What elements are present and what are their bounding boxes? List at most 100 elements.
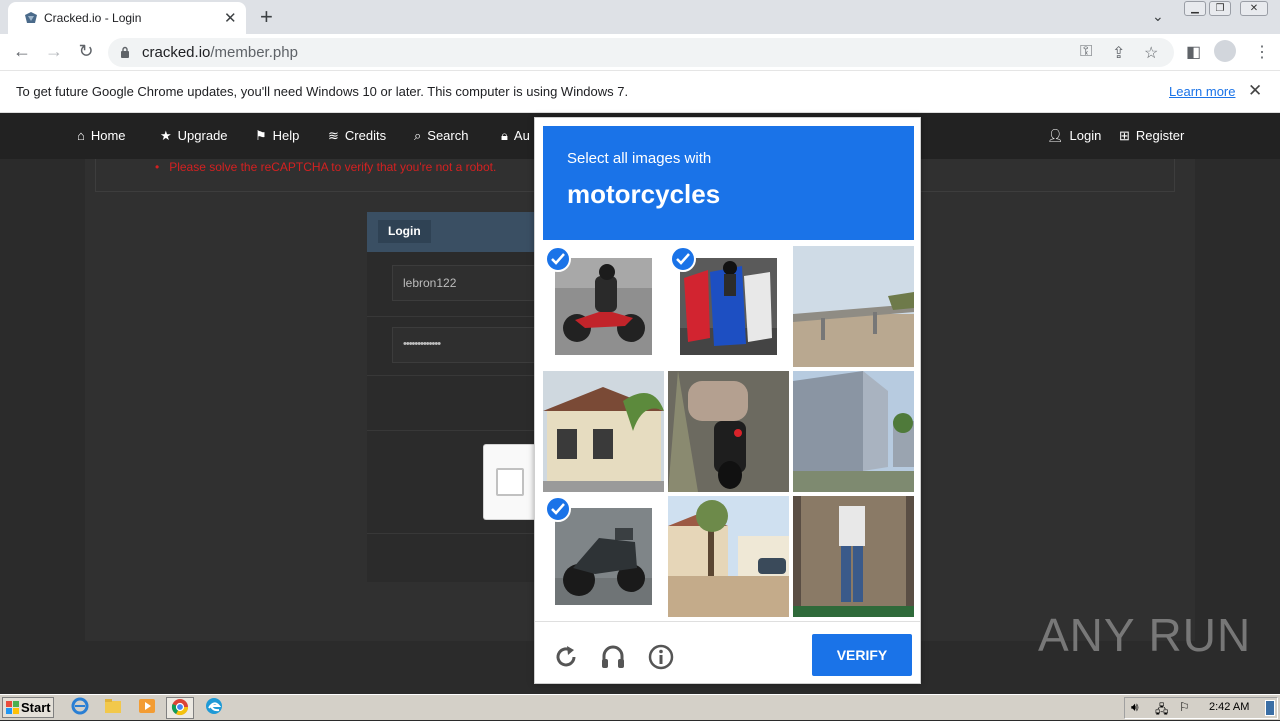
reload-icon[interactable]: ↻ xyxy=(75,41,97,62)
browser-tabstrip: Cracked.io - Login ✕ + ⌄ ▁ ❐ ✕ xyxy=(0,0,1280,34)
windows-logo-icon xyxy=(6,701,19,714)
new-tab-button[interactable]: + xyxy=(260,4,273,30)
divider xyxy=(367,533,537,534)
house-palm-image xyxy=(543,371,664,492)
recaptcha-checkbox[interactable] xyxy=(496,468,524,496)
nav-search-label: Search xyxy=(427,128,469,143)
address-bar[interactable]: cracked.io/member.php ⚿ ⇪ ☆ xyxy=(108,38,1174,67)
audio-challenge-headphones-icon[interactable] xyxy=(600,644,626,670)
nav-auth[interactable]: 🔒︎ Au xyxy=(501,128,530,144)
menu-kebab-icon[interactable]: ⋮ xyxy=(1254,42,1270,62)
user-icon: 👤︎ xyxy=(1047,128,1064,143)
captcha-tile-overpass[interactable] xyxy=(793,246,914,367)
nav-home-label: Home xyxy=(90,128,126,143)
captcha-tile-parked-scooters[interactable] xyxy=(668,246,789,367)
recaptcha-anchor[interactable] xyxy=(483,444,537,520)
volume-icon[interactable]: 🔊︎ xyxy=(1131,700,1139,715)
divider xyxy=(367,430,537,431)
login-title: Login xyxy=(378,220,431,243)
nav-help[interactable]: ⚑ Help xyxy=(255,128,299,144)
home-icon: ⌂ xyxy=(77,128,85,143)
url-path: /member.php xyxy=(210,44,298,61)
side-panel-icon[interactable]: ◧ xyxy=(1186,42,1201,62)
nav-search[interactable]: ⌕ Search xyxy=(414,128,468,144)
coins-icon: ≋ xyxy=(328,128,339,143)
username-value: lebron122 xyxy=(403,276,457,290)
captcha-tile-dirt-street[interactable] xyxy=(668,496,789,617)
start-label: Start xyxy=(21,700,51,715)
selected-check-icon xyxy=(670,246,696,272)
taskbar-explorer-icon[interactable] xyxy=(99,697,127,719)
tab-title: Cracked.io - Login xyxy=(44,11,142,25)
nav-credits[interactable]: ≋ Credits xyxy=(328,128,386,144)
minimize-button[interactable]: ▁ xyxy=(1184,1,1206,16)
url-host: cracked.io xyxy=(142,44,211,61)
infobar-message: To get future Google Chrome updates, you… xyxy=(16,84,629,99)
captcha-error-message: • Please solve the reCAPTCHA to verify t… xyxy=(155,160,497,174)
network-icon[interactable]: 🖧 xyxy=(1155,700,1168,721)
reload-challenge-icon[interactable] xyxy=(553,644,579,670)
nav-upgrade-label: Upgrade xyxy=(177,128,228,143)
plus-square-icon: ⊞ xyxy=(1119,128,1130,143)
show-desktop-button[interactable] xyxy=(1265,700,1275,716)
verify-button[interactable]: VERIFY xyxy=(812,634,912,676)
taskbar-edge-icon[interactable] xyxy=(200,697,228,719)
infobar-close-icon[interactable]: ✕ xyxy=(1248,81,1262,101)
maximize-button[interactable]: ❐ xyxy=(1209,1,1231,16)
challenge-header: Select all images with motorcycles xyxy=(543,126,914,240)
taskbar-chrome-icon[interactable] xyxy=(166,697,194,719)
nav-home[interactable]: ⌂ Home xyxy=(77,128,126,143)
anyrun-watermark-logo: ANY RUN xyxy=(1038,609,1252,661)
back-arrow-icon[interactable]: ← xyxy=(11,41,33,62)
taskbar-media-player-icon[interactable] xyxy=(133,697,161,719)
captcha-tile-house-palm[interactable] xyxy=(543,371,664,492)
bookmark-star-icon[interactable]: ☆ xyxy=(1144,43,1158,63)
divider xyxy=(367,375,537,376)
learn-more-link[interactable]: Learn more xyxy=(1169,84,1235,99)
captcha-tile-motorcycle-rear[interactable] xyxy=(668,371,789,492)
captcha-tile-storefront[interactable] xyxy=(793,496,914,617)
forward-arrow-icon[interactable]: → xyxy=(43,41,65,62)
tab-search-chevron-icon[interactable]: ⌄ xyxy=(1152,8,1164,25)
taskbar-clock[interactable]: 2:42 AM xyxy=(1209,701,1249,713)
password-field[interactable]: ••••••••••••• xyxy=(392,327,537,363)
captcha-tile-motorcycle-rider[interactable] xyxy=(543,246,664,367)
recaptcha-challenge: Select all images with motorcycles VERIF… xyxy=(534,117,921,684)
challenge-prompt: Select all images with xyxy=(567,150,712,167)
parked-scooters-image xyxy=(680,258,777,355)
windows-taskbar: Start 🔊︎ 🖧 ⚐ 2:42 AM xyxy=(0,694,1280,720)
lock-icon xyxy=(121,46,129,58)
action-center-flag-icon[interactable]: ⚐ xyxy=(1179,700,1190,714)
storefront-image xyxy=(793,496,914,617)
url-text: cracked.io/member.php xyxy=(142,44,298,61)
lock-icon: 🔒︎ xyxy=(501,128,508,143)
start-button[interactable]: Start xyxy=(2,697,54,718)
profile-avatar-icon[interactable] xyxy=(1214,40,1236,62)
tab-close-icon[interactable]: ✕ xyxy=(224,9,237,27)
overpass-image xyxy=(793,246,914,367)
info-icon[interactable] xyxy=(648,644,674,670)
selected-check-icon xyxy=(545,496,571,522)
search-icon: ⌕ xyxy=(414,128,422,143)
share-icon[interactable]: ⇪ xyxy=(1112,43,1125,63)
system-tray: 🔊︎ 🖧 ⚐ 2:42 AM xyxy=(1124,697,1278,719)
key-icon[interactable]: ⚿ xyxy=(1080,43,1092,61)
username-field[interactable]: lebron122 xyxy=(392,265,537,301)
browser-toolbar: ← → ↻ cracked.io/member.php ⚿ ⇪ ☆ ◧ ⋮ xyxy=(0,34,1280,71)
nav-upgrade[interactable]: ★ Upgrade xyxy=(160,128,228,144)
update-infobar: To get future Google Chrome updates, you… xyxy=(0,71,1280,113)
flag-icon: ⚑ xyxy=(255,128,267,143)
dirt-street-image xyxy=(668,496,789,617)
nav-credits-label: Credits xyxy=(344,128,387,143)
nav-auth-label: Au xyxy=(513,128,530,143)
nav-login[interactable]: 👤︎ Login xyxy=(1047,128,1101,144)
close-window-button[interactable]: ✕ xyxy=(1240,1,1268,16)
captcha-tile-office-building[interactable] xyxy=(793,371,914,492)
browser-tab[interactable]: Cracked.io - Login ✕ xyxy=(8,2,246,34)
error-text: Please solve the reCAPTCHA to verify tha… xyxy=(169,160,497,174)
parked-motorcycle-image xyxy=(555,508,652,605)
taskbar-ie-icon[interactable] xyxy=(66,697,94,719)
nav-register[interactable]: ⊞ Register xyxy=(1119,128,1184,144)
motorcycle-rider-image xyxy=(555,258,652,355)
captcha-tile-parked-motorcycle[interactable] xyxy=(543,496,664,617)
